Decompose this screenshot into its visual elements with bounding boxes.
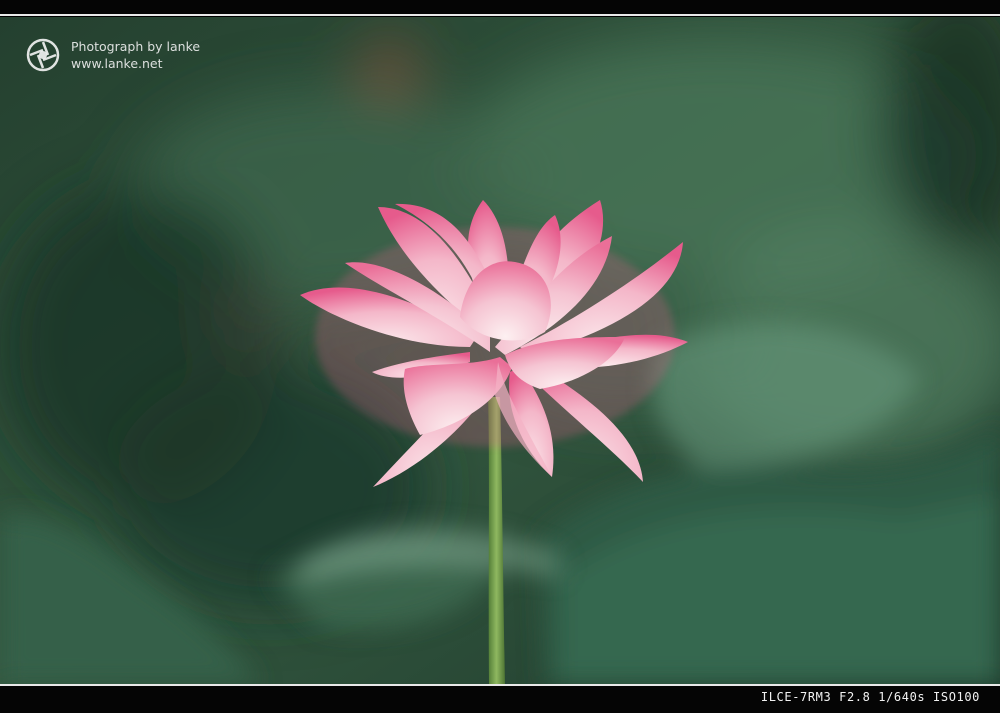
watermark-line-2: www.lanke.net — [71, 56, 163, 71]
watermark-line-1: Photograph by lanke — [71, 39, 201, 54]
exif-info: ILCE-7RM3 F2.8 1/640s ISO100 — [760, 690, 980, 704]
watermark: Photograph by lanke www.lanke.net — [26, 38, 200, 72]
lotus-photo: Photograph by lanke www.lanke.net — [0, 17, 1000, 684]
top-frame-bar — [0, 0, 1000, 16]
bottom-frame-bar: ILCE-7RM3 F2.8 1/640s ISO100 — [0, 684, 1000, 713]
aperture-icon — [26, 38, 60, 72]
